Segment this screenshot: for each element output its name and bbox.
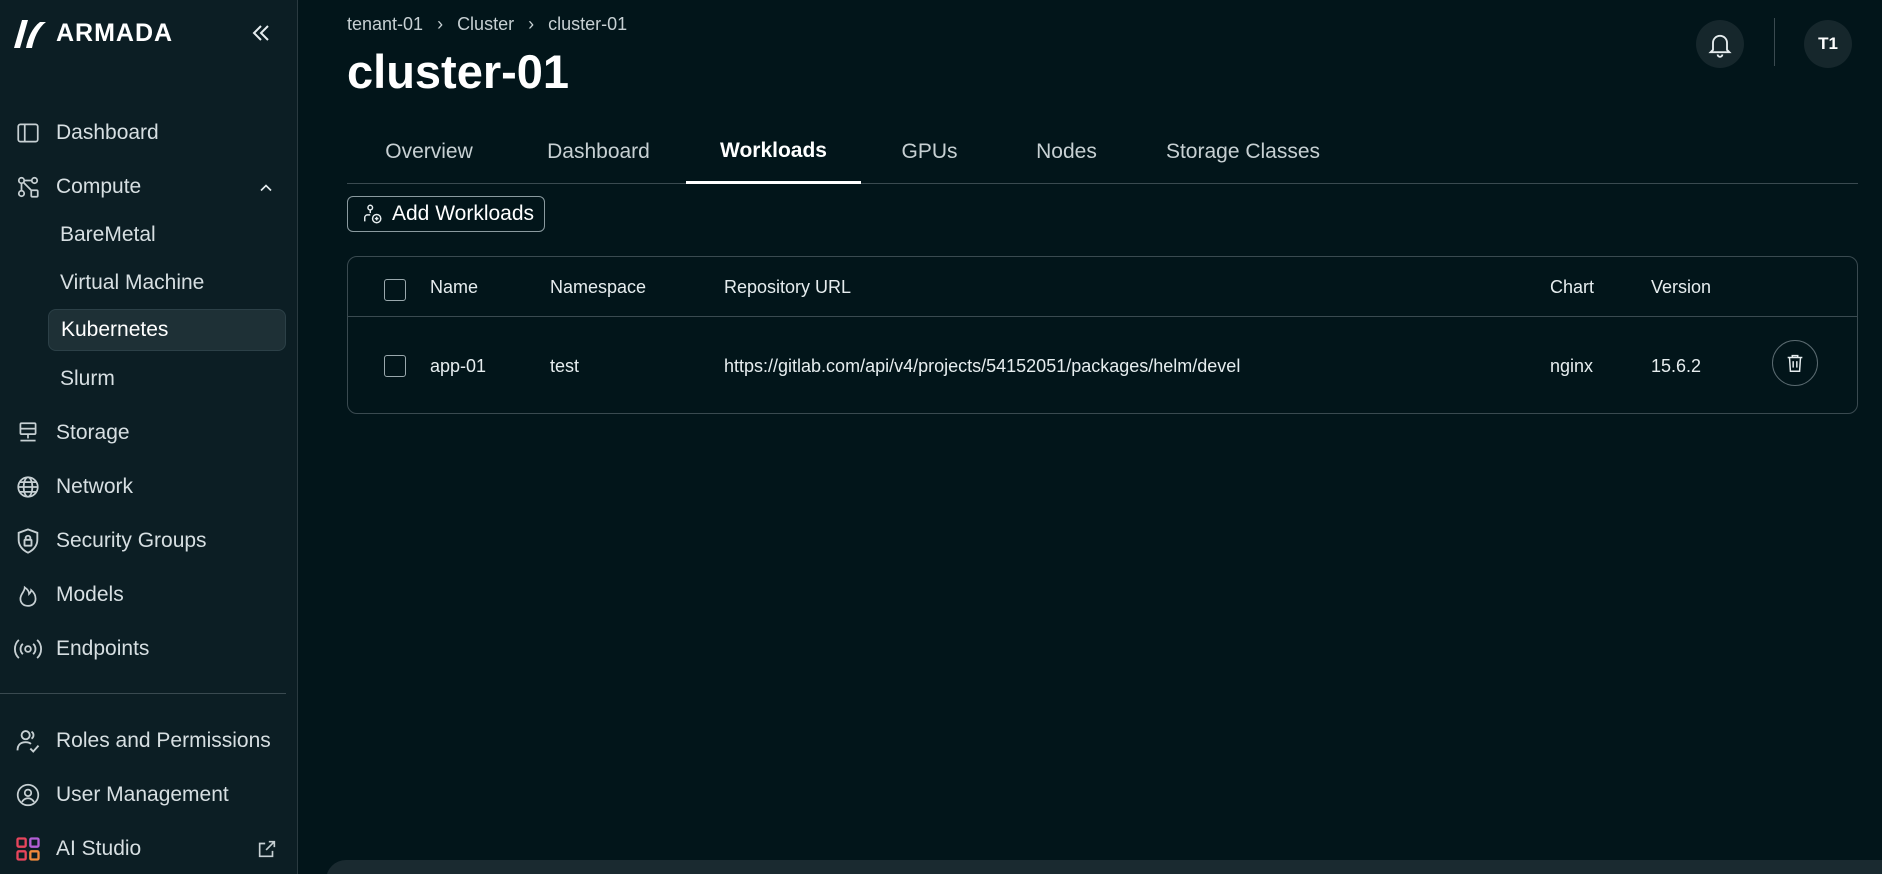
sidebar-item-label: Compute [56, 175, 142, 198]
sidebar-divider [0, 693, 286, 694]
sidebar-item-compute[interactable]: Compute [12, 167, 141, 207]
sidebar-subitem-baremetal[interactable]: BareMetal [48, 215, 286, 255]
storage-icon [12, 417, 44, 449]
external-link-icon[interactable] [256, 838, 278, 860]
sidebar-subitem-kubernetes[interactable]: Kubernetes [48, 309, 286, 351]
tab-nodes[interactable]: Nodes [998, 120, 1135, 184]
sidebar-item-label: Network [56, 475, 134, 498]
logo-text: ARMADA [56, 18, 174, 47]
breadcrumb-item-current: cluster-01 [548, 14, 628, 34]
sidebar-subitem-label: Virtual Machine [60, 271, 205, 294]
cell-name: app-01 [430, 356, 487, 376]
broadcast-icon [12, 633, 44, 665]
chevron-up-icon[interactable] [256, 178, 276, 198]
armada-logo-icon [14, 20, 46, 48]
bell-icon [1708, 34, 1732, 58]
cell-chart: nginx [1550, 356, 1594, 376]
column-header-version[interactable]: Version [1651, 277, 1711, 298]
sidebar-item-dashboard[interactable]: Dashboard [12, 113, 159, 153]
compute-nodes-icon [12, 171, 44, 203]
delete-button[interactable] [1772, 340, 1818, 386]
double-chevron-left-icon [252, 25, 269, 41]
cell-repository-url: https://gitlab.com/api/v4/projects/54152… [724, 356, 1241, 376]
breadcrumb-item-cluster[interactable]: Cluster [457, 14, 514, 35]
sidebar-item-label: Roles and Permissions [56, 729, 271, 752]
collapse-sidebar-button[interactable] [246, 18, 276, 48]
breadcrumb-item-tenant[interactable]: tenant-01 [347, 14, 423, 35]
sidebar-item-label: Storage [56, 421, 130, 444]
sidebar-subitem-label: Kubernetes [61, 318, 169, 341]
add-workloads-button[interactable]: Add Workloads [347, 196, 545, 232]
sidebar-item-roles-permissions[interactable]: Roles and Permissions [12, 721, 271, 761]
select-all-checkbox[interactable] [384, 279, 406, 301]
sidebar-panel-icon [12, 117, 44, 149]
sidebar-item-label: Models [56, 583, 124, 606]
column-header-chart[interactable]: Chart [1550, 277, 1594, 298]
users-check-icon [12, 725, 44, 757]
flame-icon [12, 579, 44, 611]
sidebar-item-label: AI Studio [56, 837, 142, 860]
add-workload-icon [364, 204, 382, 224]
column-header-namespace[interactable]: Namespace [550, 277, 646, 298]
tab-gpus[interactable]: GPUs [861, 120, 998, 184]
column-header-name[interactable]: Name [430, 277, 478, 298]
add-workloads-label: Add Workloads [392, 202, 535, 225]
sidebar-item-security-groups[interactable]: Security Groups [12, 521, 207, 561]
table-header: Name Namespace Repository URL Chart Vers… [348, 257, 1857, 317]
sidebar-item-label: Security Groups [56, 529, 207, 552]
sidebar-item-label: Dashboard [56, 121, 159, 144]
cell-version: 15.6.2 [1651, 356, 1702, 376]
chevron-right-icon: › [528, 14, 535, 34]
tab-bar: Overview Dashboard Workloads GPUs Nodes … [347, 120, 1858, 184]
tab-workloads[interactable]: Workloads [686, 120, 861, 184]
sidebar-item-endpoints[interactable]: Endpoints [12, 629, 149, 669]
main-content: tenant-01 › Cluster › cluster-01 cluster… [298, 0, 1882, 874]
column-header-repository-url[interactable]: Repository URL [724, 277, 851, 298]
sidebar-item-storage[interactable]: Storage [12, 413, 130, 453]
grid-apps-icon [12, 833, 44, 865]
row-checkbox[interactable] [384, 355, 406, 377]
shield-lock-icon [12, 525, 44, 557]
tab-overview[interactable]: Overview [347, 120, 511, 184]
trash-icon [1787, 354, 1803, 372]
sidebar-item-user-management[interactable]: User Management [12, 775, 229, 815]
sidebar-subitem-label: BareMetal [60, 223, 156, 246]
breadcrumb: tenant-01 › Cluster › cluster-01 [347, 14, 627, 35]
sidebar-item-models[interactable]: Models [12, 575, 124, 615]
bottom-panel-edge [326, 860, 1882, 874]
chevron-right-icon: › [437, 14, 444, 34]
sidebar-subitem-slurm[interactable]: Slurm [48, 359, 286, 399]
workloads-table: Name Namespace Repository URL Chart Vers… [347, 256, 1858, 414]
avatar[interactable]: T1 [1804, 20, 1852, 68]
notifications-button[interactable] [1696, 20, 1744, 68]
logo[interactable]: ARMADA [12, 16, 173, 50]
sidebar-item-label: User Management [56, 783, 229, 806]
tab-storage-classes[interactable]: Storage Classes [1135, 120, 1351, 184]
user-circle-icon [12, 779, 44, 811]
sidebar-item-network[interactable]: Network [12, 467, 133, 507]
cell-namespace: test [550, 356, 580, 376]
sidebar-item-label: Endpoints [56, 637, 150, 660]
sidebar-subitem-virtual-machine[interactable]: Virtual Machine [48, 263, 286, 303]
page-title: cluster-01 [347, 45, 570, 98]
sidebar: ARMADA Dashboard Compute BareMetal Virtu… [0, 0, 298, 874]
header-divider [1774, 18, 1775, 66]
sidebar-item-ai-studio[interactable]: AI Studio [12, 829, 141, 869]
tab-dashboard[interactable]: Dashboard [511, 120, 686, 184]
sidebar-subitem-label: Slurm [60, 367, 115, 390]
globe-icon [12, 471, 44, 503]
